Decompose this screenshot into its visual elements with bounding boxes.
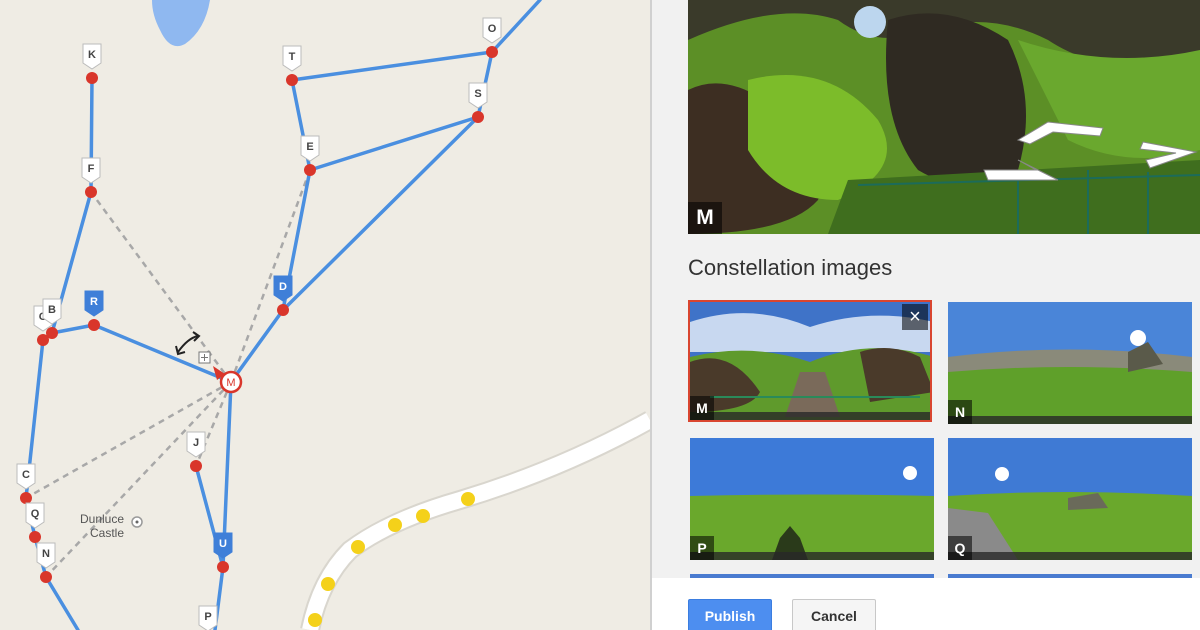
node-label: T bbox=[289, 51, 296, 63]
node-marker[interactable] bbox=[277, 304, 289, 316]
node-label: F bbox=[88, 163, 95, 175]
node-p[interactable]: P bbox=[198, 605, 218, 630]
publish-button[interactable]: Publish bbox=[688, 599, 772, 630]
node-j[interactable]: J bbox=[186, 431, 206, 472]
node-marker[interactable] bbox=[190, 460, 202, 472]
node-marker[interactable] bbox=[286, 74, 298, 86]
place-marker-icon bbox=[131, 516, 143, 528]
thumbnail-label: N bbox=[948, 400, 972, 424]
node-label: Q bbox=[31, 508, 40, 520]
node-label: C bbox=[22, 469, 30, 481]
thumbnail-image bbox=[690, 302, 930, 420]
node-label: D bbox=[279, 281, 287, 293]
thumbnail-image bbox=[948, 302, 1192, 424]
place-label-line2: Castle bbox=[90, 526, 124, 540]
cancel-button[interactable]: Cancel bbox=[792, 599, 876, 630]
dashed-links bbox=[25, 169, 312, 578]
node-label: J bbox=[193, 437, 199, 449]
node-marker[interactable] bbox=[86, 72, 98, 84]
node-marker[interactable] bbox=[46, 327, 58, 339]
move-handle-icon[interactable] bbox=[198, 351, 211, 364]
constellation-thumbnail-p[interactable]: P bbox=[690, 438, 934, 560]
thumbnail-label: P bbox=[690, 536, 714, 560]
current-panorama-viewer[interactable]: M bbox=[688, 0, 1200, 234]
map-canvas[interactable]: Dunluce Castle KFTOSEDRGBMJCQNUP bbox=[0, 0, 650, 630]
node-label: S bbox=[474, 88, 481, 100]
node-label: O bbox=[488, 23, 497, 35]
constellation-thumbnail-q[interactable]: Q bbox=[948, 438, 1192, 560]
node-marker[interactable] bbox=[304, 164, 316, 176]
action-footer: Publish Cancel bbox=[652, 578, 1200, 630]
node-label: U bbox=[219, 538, 227, 550]
node-marker[interactable] bbox=[486, 46, 498, 58]
node-marker[interactable] bbox=[217, 561, 229, 573]
thumbnail-bar bbox=[690, 412, 930, 420]
thumbnail-image bbox=[948, 438, 1192, 560]
node-marker[interactable] bbox=[40, 571, 52, 583]
thumbnail-image bbox=[690, 438, 934, 560]
constellation-thumbnail-n[interactable]: N bbox=[948, 302, 1192, 424]
node-d[interactable]: D bbox=[273, 275, 293, 316]
node-e[interactable]: E bbox=[300, 135, 320, 176]
thumbnail-bar bbox=[948, 416, 1192, 424]
node-f[interactable]: F bbox=[81, 157, 101, 198]
node-label: E bbox=[306, 141, 313, 153]
node-q[interactable]: Q bbox=[25, 502, 45, 543]
node-marker[interactable] bbox=[29, 531, 41, 543]
node-s[interactable]: S bbox=[468, 82, 488, 123]
node-label: P bbox=[204, 611, 211, 623]
node-label: B bbox=[48, 304, 56, 316]
section-title: Constellation images bbox=[688, 255, 893, 280]
node-k[interactable]: K bbox=[82, 43, 102, 84]
thumbnail-label: Q bbox=[948, 536, 972, 560]
panorama-image[interactable] bbox=[688, 0, 1200, 234]
node-marker[interactable] bbox=[472, 111, 484, 123]
thumbnail-bar bbox=[948, 552, 1192, 560]
lake-shape bbox=[152, 0, 210, 47]
constellation-graph[interactable]: Dunluce Castle KFTOSEDRGBMJCQNUP bbox=[0, 0, 650, 630]
thumbnail-label: M bbox=[690, 396, 714, 420]
node-marker[interactable] bbox=[88, 319, 100, 331]
node-n[interactable]: N bbox=[36, 542, 56, 583]
node-label: M bbox=[226, 377, 235, 389]
node-marker[interactable] bbox=[85, 186, 97, 198]
node-c[interactable]: C bbox=[16, 463, 36, 504]
node-label: N bbox=[42, 548, 50, 560]
constellation-thumbnail-m[interactable]: M × bbox=[688, 300, 932, 422]
node-u[interactable]: U bbox=[213, 532, 233, 573]
remove-thumbnail-close-icon[interactable]: × bbox=[902, 304, 928, 330]
place-label-line1: Dunluce bbox=[80, 512, 124, 526]
editor-panel: M Constellation images M × N P Q Publish… bbox=[652, 0, 1200, 630]
node-marker[interactable] bbox=[20, 492, 32, 504]
node-label: R bbox=[90, 296, 98, 308]
thumbnail-bar bbox=[690, 552, 934, 560]
node-label: K bbox=[88, 49, 96, 61]
current-pano-label: M bbox=[688, 202, 722, 234]
